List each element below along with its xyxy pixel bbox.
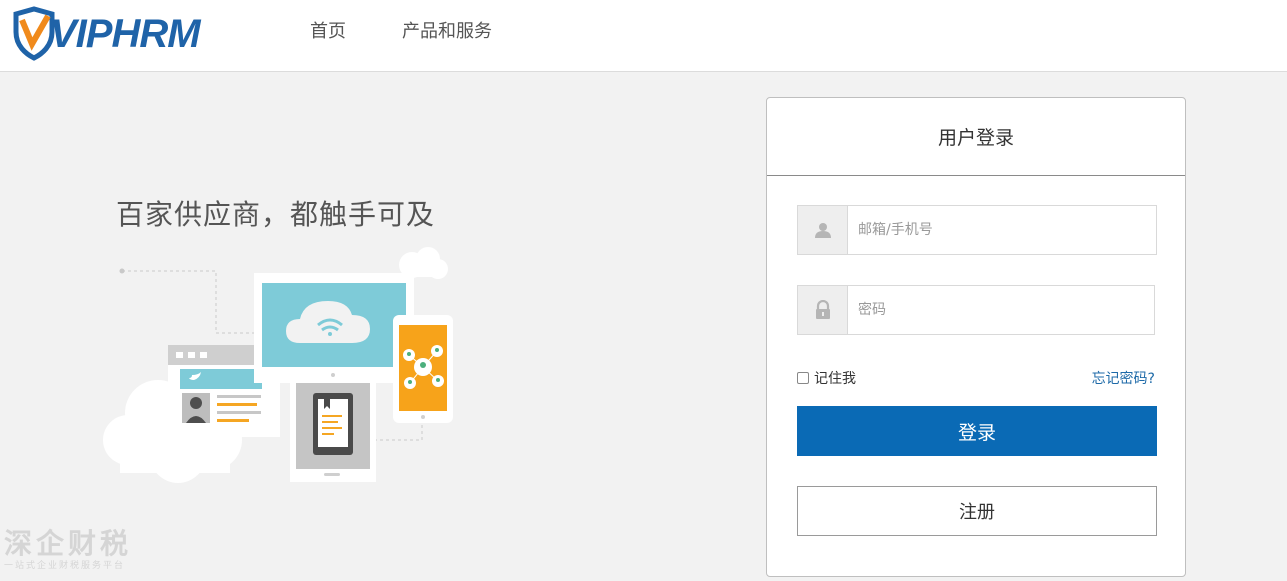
forgot-password-link[interactable]: 忘记密码? [1092, 368, 1155, 388]
register-button[interactable]: 注册 [797, 486, 1157, 536]
username-field [797, 205, 1157, 255]
remember-me-label: 记住我 [814, 371, 856, 387]
login-button[interactable]: 登录 [797, 406, 1157, 456]
lock-icon [798, 286, 848, 334]
logo[interactable]: VIPHRM [12, 6, 201, 62]
username-input[interactable] [848, 206, 1156, 254]
logo-text: VIPHRM [50, 11, 201, 56]
login-panel: 用户登录 记住我 忘记密码? 登录 注册 [766, 97, 1186, 577]
remember-me-checkbox[interactable] [797, 372, 809, 384]
devices-cloud-illustration [103, 247, 453, 483]
watermark: 深企财税 一站式企业财税服务平台 [4, 528, 132, 572]
user-icon [798, 206, 848, 254]
remember-me[interactable]: 记住我 [797, 368, 856, 388]
password-field [797, 285, 1155, 335]
login-title: 用户登录 [937, 127, 1014, 149]
watermark-title: 深企财税 [4, 527, 133, 560]
watermark-subtitle: 一站式企业财税服务平台 [4, 561, 126, 571]
main-nav: 首页 产品和服务 [310, 20, 548, 44]
hero-tagline: 百家供应商，都触手可及 [116, 198, 436, 231]
nav-products-services[interactable]: 产品和服务 [402, 20, 492, 44]
login-panel-header: 用户登录 [767, 98, 1185, 176]
top-header: VIPHRM 首页 产品和服务 [0, 0, 1287, 72]
password-input[interactable] [848, 286, 1154, 334]
nav-home[interactable]: 首页 [310, 20, 346, 44]
